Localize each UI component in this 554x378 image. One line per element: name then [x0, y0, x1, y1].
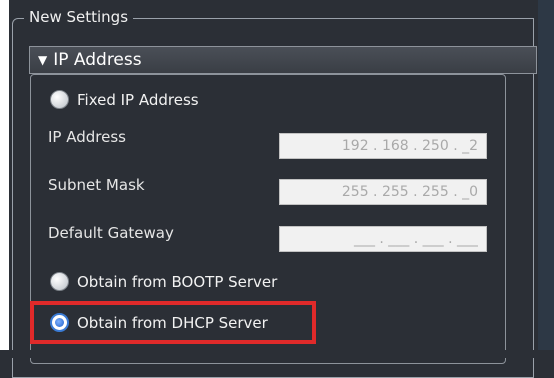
bootp-radio[interactable]	[50, 272, 69, 291]
collapse-triangle-icon: ▼	[38, 53, 48, 67]
fixed-ip-option[interactable]: Fixed IP Address	[50, 90, 199, 109]
default-gateway-label: Default Gateway	[48, 224, 174, 242]
bottom-edge	[0, 350, 554, 358]
default-gateway-input[interactable]	[279, 226, 487, 252]
bootp-label: Obtain from BOOTP Server	[77, 272, 278, 291]
ip-address-label: IP Address	[48, 128, 126, 146]
group-title: New Settings	[24, 7, 134, 27]
subnet-mask-label: Subnet Mask	[48, 176, 145, 194]
subnet-mask-input[interactable]	[279, 179, 487, 205]
left-edge-strip	[0, 0, 9, 358]
section-title: IP Address	[53, 50, 142, 70]
fixed-ip-radio[interactable]	[50, 90, 69, 109]
right-edge-strip	[538, 0, 554, 358]
ip-address-input[interactable]	[279, 133, 487, 159]
fixed-ip-label: Fixed IP Address	[77, 90, 199, 109]
bootp-option[interactable]: Obtain from BOOTP Server	[50, 272, 277, 291]
dhcp-highlight-box	[30, 301, 316, 344]
ip-address-section-header[interactable]: ▼ IP Address	[29, 46, 537, 74]
